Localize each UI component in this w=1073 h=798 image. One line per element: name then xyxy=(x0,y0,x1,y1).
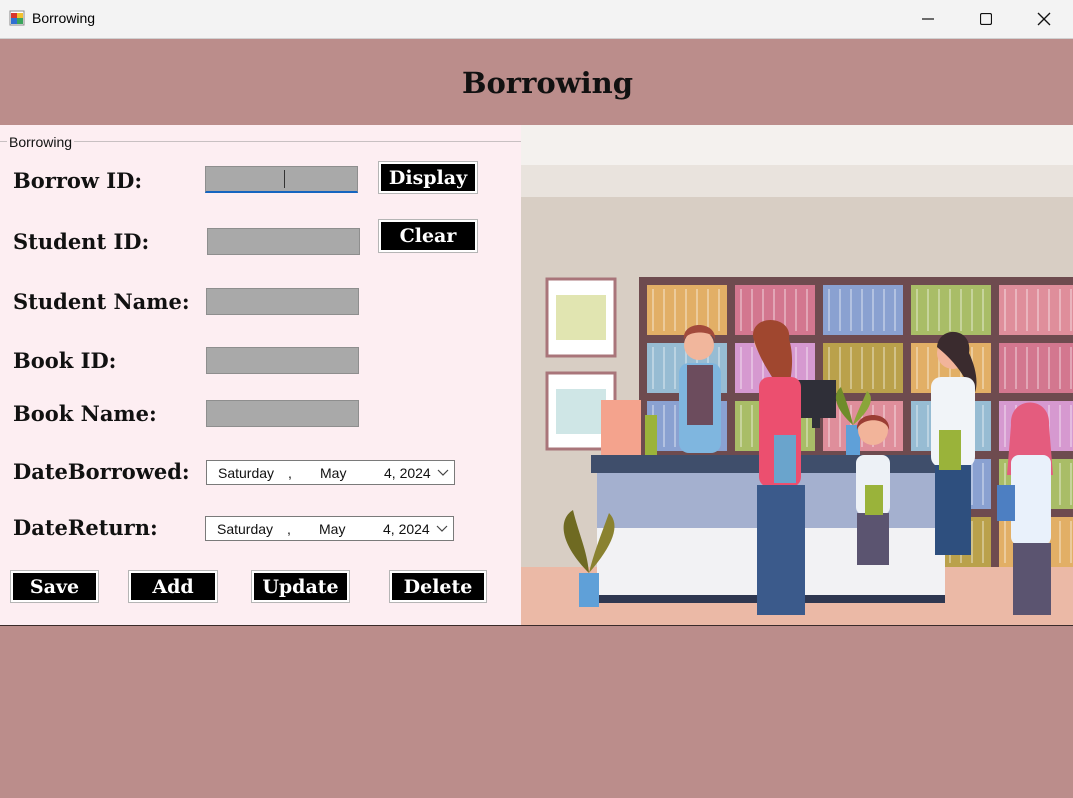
group-box-caption: Borrowing xyxy=(7,134,75,150)
student-id-input[interactable] xyxy=(207,228,360,255)
minimize-icon xyxy=(922,18,934,20)
student-name-label: Student Name: xyxy=(13,289,190,314)
panel-divider xyxy=(0,625,1073,626)
borrow-id-label: Borrow ID: xyxy=(13,168,143,193)
group-box-border xyxy=(0,141,521,142)
date-return-day-year: 4, 2024 xyxy=(383,521,430,537)
close-button[interactable] xyxy=(1015,0,1073,38)
date-borrowed-label: DateBorrowed: xyxy=(13,459,190,484)
date-return-weekday: Saturday xyxy=(217,521,274,537)
chevron-down-icon[interactable] xyxy=(437,466,449,478)
book-id-input[interactable] xyxy=(206,347,359,374)
update-button[interactable]: Update xyxy=(254,573,347,600)
date-borrowed-weekday: Saturday xyxy=(218,465,275,481)
app-icon xyxy=(9,10,25,26)
student-name-input[interactable] xyxy=(206,288,359,315)
book-id-label: Book ID: xyxy=(13,348,117,373)
library-illustration xyxy=(521,125,1073,625)
display-button[interactable]: Display xyxy=(381,164,475,191)
date-return-picker[interactable]: Saturday , May 4, 2024 xyxy=(205,516,454,541)
date-borrowed-day-year: 4, 2024 xyxy=(384,465,431,481)
date-borrowed-separator: , xyxy=(288,465,292,481)
date-borrowed-month: May xyxy=(320,465,347,481)
add-button[interactable]: Add xyxy=(131,573,215,600)
delete-button[interactable]: Delete xyxy=(392,573,484,600)
date-return-separator: , xyxy=(287,521,291,537)
borrow-id-input[interactable] xyxy=(205,166,358,193)
borrowing-form-panel: Borrowing Borrow ID: Display Student ID:… xyxy=(0,125,521,625)
student-id-label: Student ID: xyxy=(13,229,150,254)
save-button[interactable]: Save xyxy=(13,573,96,600)
title-bar: Borrowing xyxy=(0,0,1073,39)
maximize-icon xyxy=(980,13,992,25)
page-title: Borrowing xyxy=(461,66,634,100)
text-caret xyxy=(284,170,285,188)
chevron-down-icon[interactable] xyxy=(436,522,448,534)
book-name-input[interactable] xyxy=(206,400,359,427)
header-banner: Borrowing xyxy=(0,39,1073,125)
date-return-month: May xyxy=(319,521,346,537)
date-return-label: DateReturn: xyxy=(13,515,158,540)
window-title: Borrowing xyxy=(32,10,96,26)
close-icon xyxy=(1037,12,1051,26)
clear-button[interactable]: Clear xyxy=(381,222,475,250)
minimize-button[interactable] xyxy=(899,0,957,38)
date-borrowed-picker[interactable]: Saturday , May 4, 2024 xyxy=(206,460,455,485)
book-name-label: Book Name: xyxy=(13,401,157,426)
maximize-button[interactable] xyxy=(957,0,1015,38)
